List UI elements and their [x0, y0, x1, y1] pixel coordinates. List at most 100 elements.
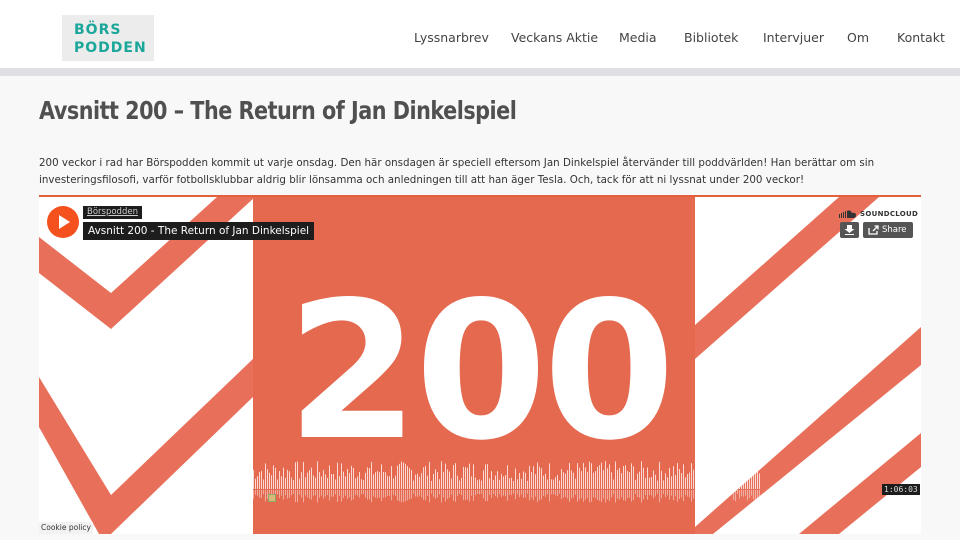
waveform-bar-reflection [587, 490, 588, 498]
waveform-bar-reflection [309, 490, 310, 499]
waveform-bar-reflection [505, 490, 506, 497]
artwork-number: 200 [287, 261, 672, 482]
waveform-bar [485, 464, 486, 489]
waveform-bar [571, 470, 572, 489]
waveform-bar [453, 465, 454, 489]
waveform-bar-reflection [329, 490, 330, 501]
waveform-bar [361, 479, 362, 489]
waveform-bar-reflection [363, 490, 364, 495]
waveform-bar [375, 472, 376, 489]
waveform-bar [477, 480, 478, 489]
waveform-bar [265, 463, 266, 489]
waveform-bar [607, 468, 608, 489]
comment-avatar-marker[interactable] [268, 494, 276, 502]
waveform-bar [725, 476, 726, 489]
waveform-bar-reflection [317, 490, 318, 503]
waveform-bar [737, 480, 738, 489]
waveform-bar [321, 476, 322, 489]
waveform-bar-reflection [311, 490, 312, 500]
waveform-bar-reflection [389, 490, 390, 496]
nav-item-om[interactable]: Om [847, 30, 869, 45]
waveform-bar [631, 463, 632, 489]
download-button[interactable] [840, 222, 859, 238]
waveform-bar-reflection [331, 490, 332, 497]
waveform-bar [531, 471, 532, 489]
waveform-bar [569, 462, 570, 489]
waveform-bar-reflection [649, 490, 650, 496]
waveform-bar [613, 479, 614, 489]
waveform-bar-reflection [595, 490, 596, 499]
nav-item-kontakt[interactable]: Kontakt [897, 30, 945, 45]
waveform-bar-reflection [567, 490, 568, 499]
waveform-bar [561, 468, 562, 489]
waveform-bar [497, 471, 498, 489]
waveform-bar [495, 475, 496, 489]
waveform-bar-reflection [497, 490, 498, 498]
waveform-bar [383, 471, 384, 489]
waveform-bar-reflection [627, 490, 628, 499]
waveform-bar [323, 470, 324, 489]
waveform-bar-reflection [581, 490, 582, 499]
waveform-bar-reflection [679, 490, 680, 499]
waveform-bar [415, 474, 416, 489]
waveform-bar [745, 476, 746, 489]
waveform-bar [507, 465, 508, 489]
waveform-bar-reflection [683, 490, 684, 502]
waveform-bar [653, 470, 654, 489]
nav-item-media[interactable]: Media [619, 30, 657, 45]
artist-link[interactable]: Börspodden [83, 206, 142, 219]
waveform[interactable] [39, 459, 921, 507]
waveform-bar [563, 472, 564, 489]
soundcloud-player[interactable]: 200 Börspodden Avsnitt 200 - The Return … [39, 197, 921, 534]
waveform-bar [481, 480, 482, 489]
waveform-bar [553, 479, 554, 489]
share-label: Share [882, 225, 907, 235]
share-button[interactable]: Share [863, 222, 913, 238]
waveform-bar-reflection [365, 490, 366, 498]
waveform-bar [625, 465, 626, 489]
waveform-bar-reflection [443, 490, 444, 498]
download-icon [844, 225, 855, 235]
waveform-bar [365, 472, 366, 489]
waveform-bar-reflection [685, 490, 686, 496]
waveform-bar-reflection [703, 490, 704, 498]
waveform-bar-reflection [429, 490, 430, 503]
waveform-bar-reflection [343, 490, 344, 498]
waveform-bar-reflection [641, 490, 642, 503]
waveform-bar-reflection [473, 490, 474, 502]
play-icon[interactable] [47, 206, 79, 238]
waveform-bar [385, 472, 386, 489]
waveform-bar [705, 470, 706, 489]
nav-item-veckans-aktie[interactable]: Veckans Aktie [511, 30, 598, 45]
waveform-bar-reflection [729, 490, 730, 494]
waveform-bar-reflection [531, 490, 532, 498]
waveform-bar-reflection [281, 490, 282, 496]
waveform-bar [389, 476, 390, 489]
nav-item-intervjuer[interactable]: Intervjuer [763, 30, 824, 45]
waveform-bar-reflection [481, 490, 482, 494]
waveform-bar-reflection [583, 490, 584, 502]
waveform-bar [431, 480, 432, 489]
waveform-bar-reflection [693, 490, 694, 499]
waveform-bar-reflection [575, 490, 576, 495]
waveform-bar [491, 471, 492, 489]
waveform-bar-reflection [749, 490, 750, 499]
waveform-bar [701, 475, 702, 489]
waveform-bar-reflection [291, 490, 292, 496]
waveform-bar-reflection [337, 490, 338, 502]
waveform-bar-reflection [623, 490, 624, 501]
waveform-bar-reflection [453, 490, 454, 501]
cookie-policy-link[interactable]: Cookie policy [39, 522, 93, 534]
waveform-bar-reflection [605, 490, 606, 503]
waveform-bar-reflection [599, 490, 600, 501]
waveform-bar [395, 475, 396, 489]
waveform-bar-reflection [545, 490, 546, 497]
waveform-bar [543, 475, 544, 489]
waveform-bar [545, 473, 546, 489]
waveform-bar-reflection [333, 490, 334, 497]
nav-item-lyssnarbrev[interactable]: Lyssnarbrev [414, 30, 489, 45]
waveform-bar [269, 472, 270, 489]
nav-item-bibliotek[interactable]: Bibliotek [684, 30, 738, 45]
soundcloud-logo[interactable]: SOUNDCLOUD [839, 208, 918, 220]
track-title[interactable]: Avsnitt 200 - The Return of Jan Dinkelsp… [83, 222, 315, 240]
